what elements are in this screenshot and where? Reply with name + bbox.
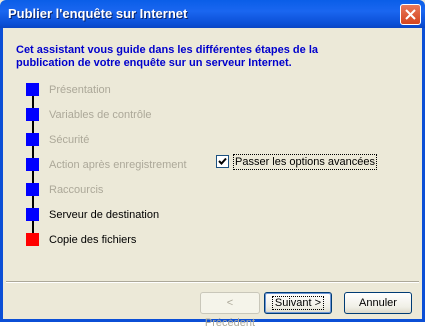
step-label: Serveur de destination — [49, 209, 160, 221]
wizard-header: Cet assistant vous guide dans les différ… — [16, 44, 416, 70]
next-button[interactable]: Suivant > — [264, 292, 332, 314]
step-marker — [26, 183, 39, 196]
window-frame-left — [0, 28, 3, 322]
step-label: Variables de contrôle — [49, 109, 152, 121]
cancel-button-label: Annuler — [359, 297, 397, 309]
close-button[interactable] — [400, 4, 421, 25]
step-label: Action après enregistrement — [49, 159, 187, 171]
step-marker — [26, 133, 39, 146]
step-label: Sécurité — [49, 134, 90, 146]
button-separator — [6, 281, 419, 283]
step-marker — [26, 108, 39, 121]
advanced-options-checkbox[interactable] — [216, 155, 229, 168]
advanced-options-label[interactable]: Passer les options avancées — [233, 154, 378, 170]
previous-button-label: < Précédent — [204, 297, 256, 329]
header-line-2: publication de votre enquête sur un serv… — [16, 57, 292, 69]
step-marker — [26, 158, 39, 171]
step-label: Raccourcis — [49, 184, 104, 196]
next-button-label: Suivant > — [271, 296, 325, 310]
title-bar[interactable]: Publier l'enquête sur Internet — [0, 0, 425, 28]
close-icon — [405, 9, 416, 20]
step-label: Copie des fichiers — [49, 234, 137, 246]
window-title: Publier l'enquête sur Internet — [8, 6, 188, 21]
previous-button[interactable]: < Précédent — [200, 292, 260, 329]
step-marker — [26, 208, 39, 221]
step-marker — [26, 83, 39, 96]
checkmark-icon — [218, 157, 227, 165]
step-marker-current — [26, 233, 39, 246]
header-line-1: Cet assistant vous guide dans les différ… — [16, 44, 318, 56]
step-label: Présentation — [49, 84, 111, 96]
cancel-button[interactable]: Annuler — [344, 292, 412, 314]
wizard-window: Publier l'enquête sur Internet Cet assis… — [0, 0, 425, 329]
